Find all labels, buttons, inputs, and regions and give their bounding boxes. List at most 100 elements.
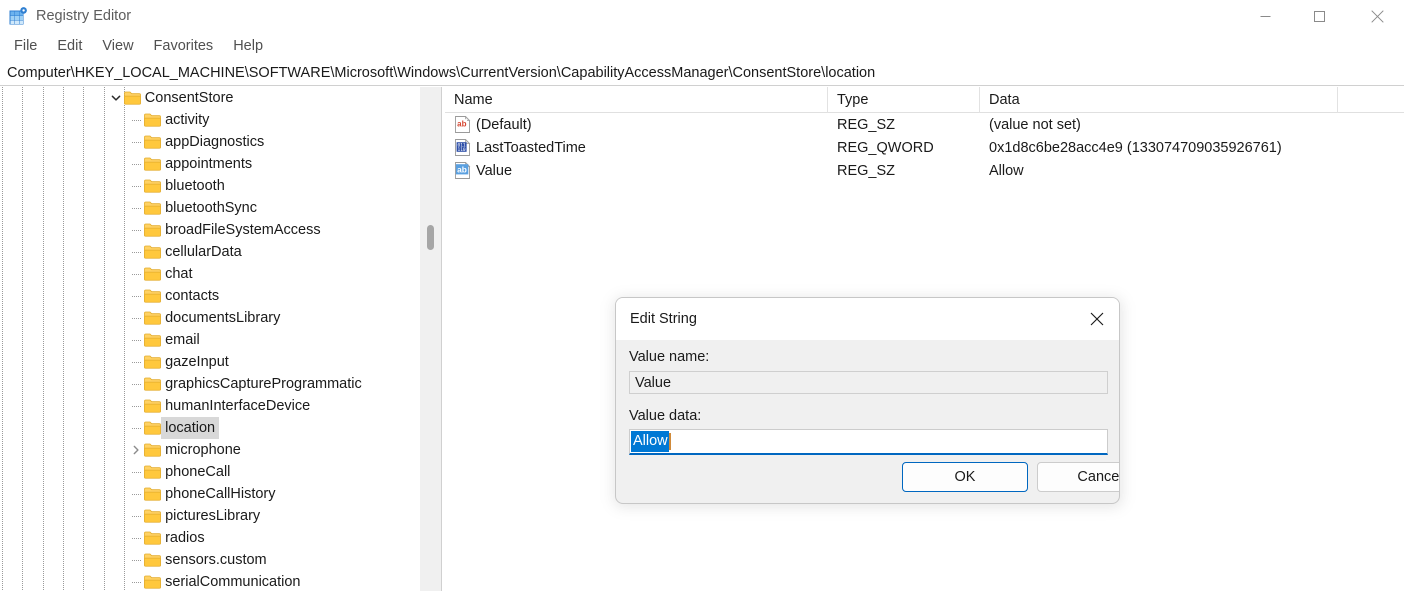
binary-value-icon: 011110 bbox=[454, 139, 471, 156]
folder-icon bbox=[124, 91, 141, 105]
tree-item-appdiagnostics[interactable]: appDiagnostics bbox=[0, 131, 420, 153]
tree-item-graphicscaptureprogrammatic[interactable]: graphicsCaptureProgrammatic bbox=[0, 373, 420, 395]
tree-scrollbar-thumb[interactable] bbox=[427, 225, 434, 250]
tree-item-label: chat bbox=[161, 263, 196, 285]
tree-item-label: broadFileSystemAccess bbox=[161, 219, 325, 241]
tree-item-activity[interactable]: activity bbox=[0, 109, 420, 131]
tree-connector-line bbox=[132, 340, 141, 341]
menu-item-edit[interactable]: Edit bbox=[47, 34, 92, 58]
dialog-title: Edit String bbox=[630, 309, 697, 329]
minimize-button[interactable] bbox=[1242, 0, 1288, 32]
tree-item-phonecall[interactable]: phoneCall bbox=[0, 461, 420, 483]
values-row[interactable]: ab(Default)REG_SZ(value not set) bbox=[445, 113, 1404, 136]
close-button[interactable] bbox=[1354, 0, 1400, 32]
folder-icon bbox=[144, 399, 161, 413]
folder-icon bbox=[144, 135, 161, 149]
menu-item-favorites[interactable]: Favorites bbox=[144, 34, 224, 58]
maximize-button[interactable] bbox=[1296, 0, 1342, 32]
menu-bar: FileEditViewFavoritesHelp bbox=[0, 32, 1404, 60]
tree-item-chat[interactable]: chat bbox=[0, 263, 420, 285]
tree-item-humaninterfacedevice[interactable]: humanInterfaceDevice bbox=[0, 395, 420, 417]
tree-connector-line bbox=[132, 274, 141, 275]
tree-item-label: gazeInput bbox=[161, 351, 233, 373]
tree-item-consentstore[interactable]: ConsentStore bbox=[0, 87, 420, 109]
tree-item-microphone[interactable]: microphone bbox=[0, 439, 420, 461]
cancel-button[interactable]: Cancel bbox=[1037, 462, 1120, 492]
tree-connector-line bbox=[132, 582, 141, 583]
tree-item-label: appDiagnostics bbox=[161, 131, 268, 153]
tree-connector-line bbox=[132, 252, 141, 253]
tree-item-sensors-custom[interactable]: sensors.custom bbox=[0, 549, 420, 571]
tree-item-location[interactable]: location bbox=[0, 417, 420, 439]
tree-connector-line bbox=[132, 516, 141, 517]
folder-icon bbox=[144, 575, 161, 589]
column-header-data[interactable]: Data bbox=[980, 87, 1338, 113]
folder-icon bbox=[144, 201, 161, 215]
folder-icon bbox=[144, 421, 161, 435]
folder-icon bbox=[144, 113, 161, 127]
window-title: Registry Editor bbox=[36, 7, 131, 25]
tree-item-bluetoothsync[interactable]: bluetoothSync bbox=[0, 197, 420, 219]
chevron-right-icon[interactable] bbox=[128, 442, 144, 458]
registry-path: Computer\HKEY_LOCAL_MACHINE\SOFTWARE\Mic… bbox=[7, 64, 875, 82]
tree-connector-line bbox=[132, 494, 141, 495]
column-header-type[interactable]: Type bbox=[828, 87, 980, 113]
menu-item-view[interactable]: View bbox=[92, 34, 143, 58]
tree-item-gazeinput[interactable]: gazeInput bbox=[0, 351, 420, 373]
tree-item-serialcommunication[interactable]: serialCommunication bbox=[0, 571, 420, 591]
tree-item-label: picturesLibrary bbox=[161, 505, 264, 527]
tree-connector-line bbox=[132, 560, 141, 561]
tree-connector-line bbox=[132, 406, 141, 407]
tree-item-label: documentsLibrary bbox=[161, 307, 284, 329]
tree-connector-line bbox=[132, 362, 141, 363]
svg-text:110: 110 bbox=[458, 147, 466, 153]
tree-item-label: appointments bbox=[161, 153, 256, 175]
tree-item-documentslibrary[interactable]: documentsLibrary bbox=[0, 307, 420, 329]
folder-icon bbox=[144, 465, 161, 479]
tree-connector-line bbox=[132, 428, 141, 429]
tree-item-pictureslibrary[interactable]: picturesLibrary bbox=[0, 505, 420, 527]
menu-item-help[interactable]: Help bbox=[223, 34, 273, 58]
string-value-icon: ab bbox=[454, 162, 471, 179]
values-row[interactable]: 011110LastToastedTimeREG_QWORD0x1d8c6be2… bbox=[445, 136, 1404, 159]
tree-connector-line bbox=[132, 318, 141, 319]
value-name-label: Value name: bbox=[629, 347, 709, 367]
address-bar[interactable]: Computer\HKEY_LOCAL_MACHINE\SOFTWARE\Mic… bbox=[0, 60, 1404, 86]
folder-icon bbox=[144, 289, 161, 303]
tree-item-label: microphone bbox=[161, 439, 245, 461]
value-name: Value bbox=[476, 161, 825, 181]
value-name: (Default) bbox=[476, 115, 825, 135]
tree-item-bluetooth[interactable]: bluetooth bbox=[0, 175, 420, 197]
chevron-down-icon[interactable] bbox=[108, 90, 124, 106]
value-data-input[interactable]: Allow bbox=[629, 429, 1108, 455]
tree-item-broadfilesystemaccess[interactable]: broadFileSystemAccess bbox=[0, 219, 420, 241]
folder-icon bbox=[144, 223, 161, 237]
tree-item-appointments[interactable]: appointments bbox=[0, 153, 420, 175]
folder-icon bbox=[144, 377, 161, 391]
tree-item-radios[interactable]: radios bbox=[0, 527, 420, 549]
tree-item-contacts[interactable]: contacts bbox=[0, 285, 420, 307]
tree-item-cellulardata[interactable]: cellularData bbox=[0, 241, 420, 263]
value-type: REG_QWORD bbox=[837, 138, 977, 158]
ok-button[interactable]: OK bbox=[902, 462, 1028, 492]
tree-item-label: bluetoothSync bbox=[161, 197, 261, 219]
tree-item-label: radios bbox=[161, 527, 209, 549]
folder-icon bbox=[144, 443, 161, 457]
values-row[interactable]: abValueREG_SZAllow bbox=[445, 159, 1404, 182]
svg-text:ab: ab bbox=[457, 119, 466, 128]
tree-item-phonecallhistory[interactable]: phoneCallHistory bbox=[0, 483, 420, 505]
folder-icon bbox=[144, 355, 161, 369]
value-data: (value not set) bbox=[989, 115, 1404, 135]
menu-item-file[interactable]: File bbox=[4, 34, 47, 58]
registry-tree[interactable]: ConsentStoreactivityappDiagnosticsappoin… bbox=[0, 87, 420, 591]
dialog-close-icon[interactable] bbox=[1074, 298, 1119, 340]
svg-text:ab: ab bbox=[457, 165, 467, 175]
tree-connector-line bbox=[132, 186, 141, 187]
dialog-title-bar: Edit String bbox=[616, 298, 1119, 340]
tree-item-label: cellularData bbox=[161, 241, 246, 263]
column-header-name[interactable]: Name bbox=[445, 87, 828, 113]
folder-icon bbox=[144, 245, 161, 259]
value-name-input[interactable] bbox=[629, 371, 1108, 394]
tree-item-email[interactable]: email bbox=[0, 329, 420, 351]
tree-vertical-scrollbar[interactable] bbox=[420, 87, 441, 591]
